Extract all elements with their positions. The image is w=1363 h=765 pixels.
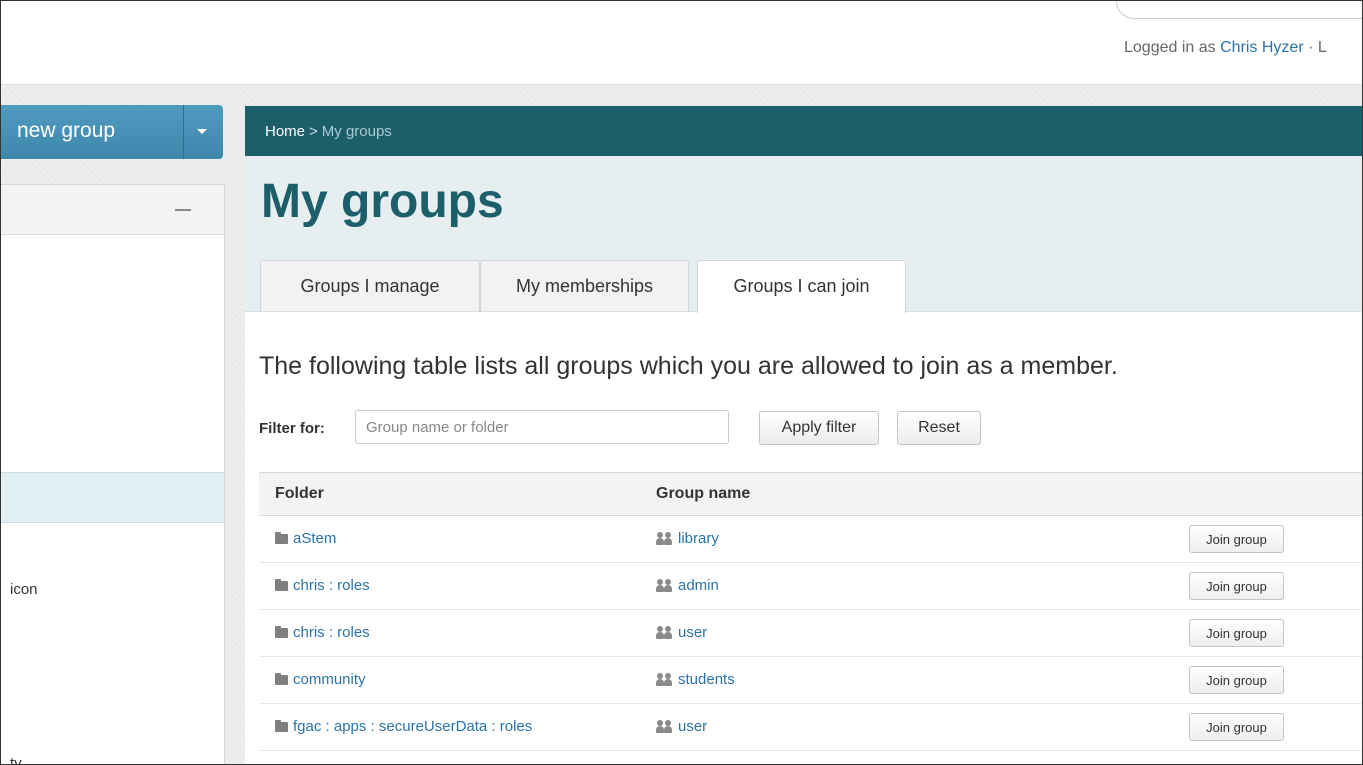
chevron-down-icon[interactable] [197, 129, 207, 134]
new-group-label: new group [17, 119, 116, 142]
group-icon [656, 532, 673, 545]
group-icon [656, 579, 673, 592]
login-prefix: Logged in as [1124, 39, 1216, 56]
split-divider [183, 105, 184, 159]
filter-label: Filter for: [259, 420, 325, 437]
apply-filter-button[interactable]: Apply filter [759, 411, 879, 445]
group-link[interactable]: user [656, 624, 707, 641]
tab-groups-i-manage[interactable]: Groups I manage [260, 260, 480, 311]
login-suffix: · L [1308, 39, 1327, 56]
app-window: Logged in as Chris Hyzer · L new group i… [0, 0, 1363, 765]
table-row: fgac : apps : secureUserData : roles use… [259, 704, 1362, 751]
group-link[interactable]: library [656, 530, 719, 547]
page-title: My groups [261, 175, 504, 228]
group-link[interactable]: students [656, 671, 735, 688]
group-link[interactable]: user [656, 718, 707, 735]
main-content: Home > My groups My groups Groups I manage… [245, 106, 1362, 764]
left-panel-section-header [1, 472, 224, 523]
column-header-group-name[interactable]: Group name [656, 485, 750, 503]
folder-link[interactable]: chris : roles [275, 577, 370, 594]
join-group-button[interactable]: Join group [1189, 525, 1284, 553]
table-row: community students Join group [259, 657, 1362, 704]
group-icon [656, 673, 673, 686]
column-header-folder[interactable]: Folder [275, 485, 324, 503]
folder-link[interactable]: aStem [275, 530, 336, 547]
group-name: library [678, 530, 719, 547]
user-name-link[interactable]: Chris Hyzer [1220, 39, 1304, 56]
folder-icon [275, 719, 288, 732]
left-panel-header [1, 185, 224, 235]
folder-link[interactable]: fgac : apps : secureUserData : roles [275, 718, 532, 735]
join-group-button[interactable]: Join group [1189, 713, 1284, 741]
tab-groups-i-can-join[interactable]: Groups I can join [697, 260, 906, 313]
page-header: My groups Groups I manage My memberships… [245, 156, 1362, 313]
group-name: students [678, 671, 735, 688]
folder-name: aStem [293, 530, 337, 547]
groups-table: Folder Group name aStem library Join gro… [259, 472, 1362, 751]
folder-name: fgac : apps : secureUserData : roles [293, 718, 533, 735]
folder-name: chris : roles [293, 577, 370, 594]
folder-name: community [293, 671, 366, 688]
join-group-button[interactable]: Join group [1189, 572, 1284, 600]
folder-icon [275, 531, 288, 544]
left-panel-text: icon [10, 581, 38, 598]
breadcrumb-separator: > [309, 123, 318, 140]
tab-my-memberships[interactable]: My memberships [480, 260, 689, 311]
folder-icon [275, 578, 288, 591]
new-group-button[interactable]: new group [1, 105, 223, 159]
group-icon [656, 626, 673, 639]
group-icon [656, 720, 673, 733]
table-row: aStem library Join group [259, 516, 1362, 563]
table-row: chris : roles admin Join group [259, 563, 1362, 610]
table-row: chris : roles user Join group [259, 610, 1362, 657]
reset-button[interactable]: Reset [897, 411, 981, 445]
top-bar: Logged in as Chris Hyzer · L [1, 1, 1362, 85]
collapse-icon[interactable] [175, 209, 191, 211]
folder-link[interactable]: chris : roles [275, 624, 370, 641]
breadcrumb-current: My groups [321, 123, 392, 140]
folder-icon [275, 672, 288, 685]
folder-name: chris : roles [293, 624, 370, 641]
left-panel-text: ty [10, 755, 22, 765]
filter-input[interactable] [355, 410, 729, 444]
intro-text: The following table lists all groups whi… [259, 352, 1118, 380]
table-header: Folder Group name [259, 473, 1362, 516]
search-box[interactable] [1116, 1, 1362, 19]
breadcrumb: Home > My groups [245, 106, 1362, 156]
breadcrumb-home-link[interactable]: Home [265, 123, 305, 140]
group-name: admin [678, 577, 719, 594]
group-link[interactable]: admin [656, 577, 719, 594]
login-info: Logged in as Chris Hyzer · L [1124, 39, 1327, 57]
group-name: user [678, 624, 708, 641]
join-group-button[interactable]: Join group [1189, 619, 1284, 647]
folder-link[interactable]: community [275, 671, 366, 688]
join-group-button[interactable]: Join group [1189, 666, 1284, 694]
folder-icon [275, 625, 288, 638]
left-panel: icon ty [1, 184, 225, 765]
group-name: user [678, 718, 708, 735]
